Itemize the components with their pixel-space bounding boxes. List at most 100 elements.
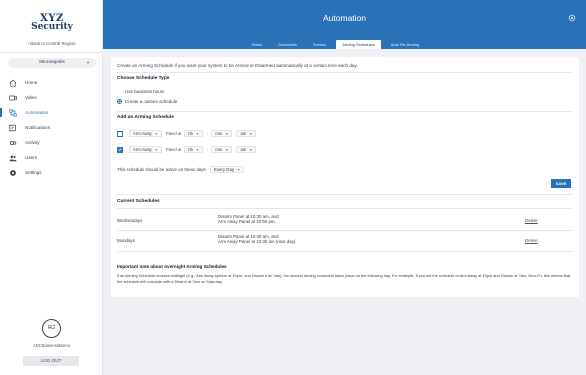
action-value: Arm Away (133, 147, 152, 152)
chevron-down-icon: ▼ (154, 131, 158, 136)
panel-at-label: Panel at (165, 147, 182, 152)
note-heading: Important note about overnight Arming Sc… (117, 264, 227, 269)
save-button[interactable]: SAVE (551, 179, 571, 188)
hour-select[interactable]: hh ▼ (184, 146, 204, 153)
location-dropdown[interactable]: Minneapolis ▼ (8, 58, 96, 68)
divider (117, 111, 573, 112)
tab-arming-schedules[interactable]: Arming Schedules (336, 40, 381, 49)
current-schedules-heading: Current Schedules (117, 199, 160, 204)
sidebar-item-label: Settings (25, 170, 42, 175)
sidebar-item-automation[interactable]: Automation (0, 105, 103, 120)
sidebar-item-video[interactable]: Video (0, 90, 103, 105)
users-icon (7, 154, 19, 162)
tab-rules[interactable]: Rules (246, 40, 268, 49)
schedule-line2: Arm Away Panel at 10:50 pm. (218, 219, 276, 225)
note-text: If an Arming Schedule crosses midnight (… (117, 273, 571, 284)
days-value: Every Day (213, 167, 235, 172)
ampm-value: am (240, 147, 247, 152)
top-header: Automation Rules Schedules Scenes Arming… (103, 0, 586, 49)
video-icon (7, 94, 19, 102)
colon: : (207, 131, 209, 136)
panel-at-label: Panel at (165, 131, 182, 136)
chevron-down-icon: ▼ (195, 147, 200, 152)
delete-link[interactable]: Delete (525, 218, 538, 223)
main-panel: Create an Arming Schedule if you want yo… (111, 57, 579, 297)
check-icon (118, 148, 122, 151)
action-value: Arm Away (133, 131, 152, 136)
sidebar-item-activity[interactable]: Activity (0, 135, 103, 150)
ampm-value: am (240, 131, 247, 136)
location-label: Minneapolis (39, 60, 65, 65)
chevron-down-icon: ▼ (86, 60, 90, 65)
username: ADCBusinessDemo (32, 343, 70, 348)
notifications-icon (7, 124, 19, 132)
minute-select[interactable]: mm ▼ (211, 146, 233, 153)
action-select[interactable]: Arm Away ▼ (129, 130, 162, 137)
divider (117, 194, 573, 195)
schedule-description: Disarm Panel at 10:30 am, and Arm Away Pa… (218, 214, 279, 225)
tab-auto-re-arming[interactable]: Auto Re-Arming (385, 40, 425, 49)
hour-select[interactable]: hh ▼ (184, 130, 204, 137)
schedule-line2: Arm Away Panel at 10:30 am (next day). (218, 239, 297, 245)
chevron-down-icon: ▼ (225, 147, 229, 152)
sidebar-nav: Home Video Automation Notifications Acti… (0, 75, 103, 180)
avatar[interactable]: RJ (42, 319, 61, 338)
chevron-down-icon: ▼ (249, 147, 253, 152)
divider (117, 72, 573, 73)
colon: : (207, 147, 209, 152)
action-select[interactable]: Arm Away ▼ (129, 146, 162, 153)
option-custom-schedule[interactable]: Create a custom schedule (117, 99, 177, 104)
logo-line2: Security (31, 22, 73, 32)
logout-button[interactable]: LOG OUT (23, 356, 79, 366)
back-to-region-link[interactable]: ‹ Back to Central Region (0, 41, 103, 46)
chevron-down-icon: ▼ (249, 131, 253, 136)
days-label: This schedule should be active on these … (117, 167, 207, 172)
chevron-down-icon: ▼ (195, 131, 200, 136)
choose-type-heading: Choose Schedule Type (117, 76, 170, 81)
hour-value: hh (188, 131, 193, 136)
brand-logo[interactable]: XYZ Security (30, 14, 74, 32)
minute-select[interactable]: mm ▼ (211, 130, 233, 137)
schedule-description: Disarm Panel at 10:40 am, and Arm Away Pa… (218, 234, 297, 245)
schedule-row-2: Arm Away ▼ Panel at hh ▼ : mm ▼ am ▼ (117, 146, 260, 153)
automation-icon (7, 108, 19, 117)
sidebar-item-users[interactable]: Users (0, 150, 103, 165)
schedule-line1: Disarm Panel at 10:30 am, and (218, 214, 279, 219)
schedule-row-1: Arm Away ▼ Panel at hh ▼ : mm ▼ am ▼ (117, 130, 260, 137)
minute-value: mm (215, 147, 223, 152)
intro-text: Create an Arming Schedule if you want yo… (117, 63, 358, 68)
schedule-day: Wednesdays (117, 218, 143, 223)
sidebar-divider (0, 52, 103, 53)
sidebar-item-label: Video (25, 95, 37, 100)
row-checkbox[interactable] (117, 146, 123, 153)
sidebar-item-home[interactable]: Home (0, 75, 103, 90)
radio-custom-schedule[interactable] (117, 99, 122, 104)
sidebar-item-notifications[interactable]: Notifications (0, 120, 103, 135)
sidebar-item-label: Home (25, 80, 38, 85)
chevron-down-icon: ▼ (225, 131, 229, 136)
gear-icon[interactable] (568, 14, 576, 22)
row-checkbox[interactable] (117, 130, 123, 137)
ampm-select[interactable]: am ▼ (236, 130, 257, 137)
sidebar: XYZ Security ‹ Back to Central Region Mi… (0, 0, 103, 375)
sidebar-item-label: Activity (25, 140, 40, 145)
tab-schedules[interactable]: Schedules (272, 40, 303, 49)
days-row: This schedule should be active on these … (117, 166, 248, 173)
option-business-hours[interactable]: Use business hours (117, 89, 165, 94)
option-label: Create a custom schedule (125, 99, 178, 104)
days-select[interactable]: Every Day ▼ (209, 166, 245, 173)
sidebar-item-label: Users (25, 155, 37, 160)
table-row: Wednesdays Disarm Panel at 10:30 am, and… (117, 214, 573, 228)
settings-icon (7, 169, 19, 177)
minute-value: mm (215, 131, 223, 136)
delete-link[interactable]: Delete (525, 238, 538, 243)
sidebar-item-settings[interactable]: Settings (0, 165, 103, 180)
divider (117, 251, 573, 252)
tab-scenes[interactable]: Scenes (307, 40, 332, 49)
divider (117, 208, 573, 209)
ampm-select[interactable]: am ▼ (236, 146, 257, 153)
sidebar-item-label: Automation (25, 110, 49, 115)
chevron-down-icon: ▼ (154, 147, 158, 152)
chevron-down-icon: ▼ (237, 167, 241, 172)
add-schedule-heading: Add an Arming Schedule (117, 115, 174, 120)
